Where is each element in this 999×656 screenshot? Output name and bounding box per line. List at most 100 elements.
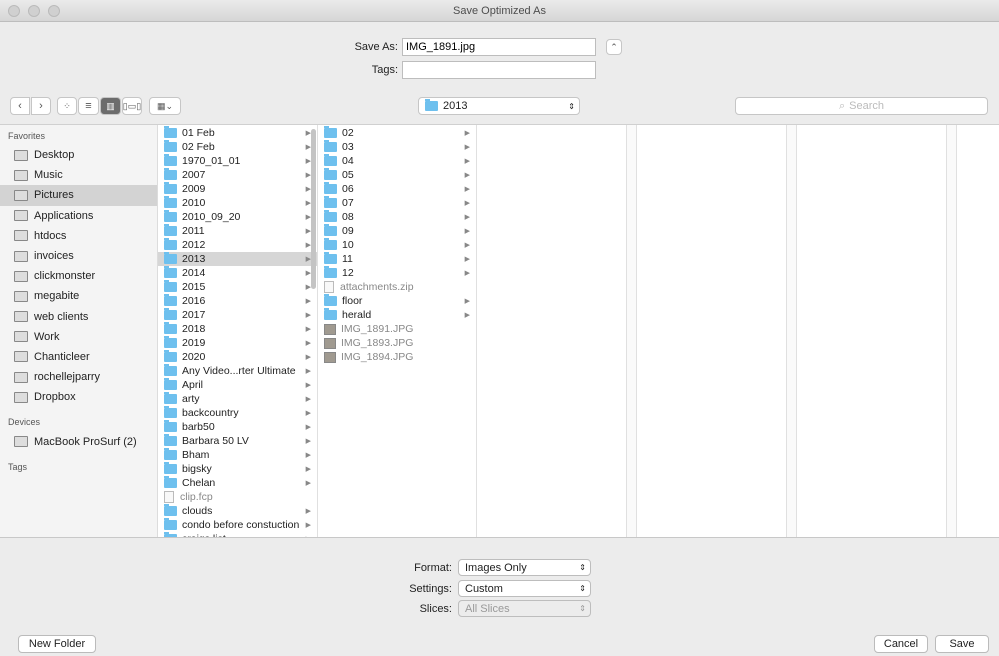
sidebar-item[interactable]: Applications — [0, 206, 157, 226]
icon-view-button[interactable]: ⁘ — [57, 97, 77, 115]
sidebar-item[interactable]: MacBook ProSurf (2) — [0, 431, 157, 451]
list-item[interactable]: arty ▶ — [158, 392, 317, 406]
list-item[interactable]: Any Video...rter Ultimate ▶ — [158, 364, 317, 378]
list-item[interactable]: 2007 ▶ — [158, 168, 317, 182]
sidebar-item[interactable]: Work — [0, 327, 157, 347]
list-item[interactable]: 2019 ▶ — [158, 336, 317, 350]
list-item[interactable]: 08 ▶ — [318, 210, 476, 224]
list-item[interactable]: 2009 ▶ — [158, 182, 317, 196]
list-item[interactable]: 2011 ▶ — [158, 224, 317, 238]
forward-button[interactable]: › — [31, 97, 51, 115]
list-item[interactable]: 1970_01_01 ▶ — [158, 154, 317, 168]
sidebar-item[interactable]: Dropbox — [0, 387, 157, 407]
list-item[interactable]: condo before constuction ▶ — [158, 518, 317, 532]
list-item[interactable]: barb50 ▶ — [158, 420, 317, 434]
list-item[interactable]: 2010_09_20 ▶ — [158, 210, 317, 224]
item-label: 11 — [342, 253, 353, 265]
list-view-button[interactable]: ≡ — [78, 97, 99, 115]
sidebar-item[interactable]: megabite — [0, 286, 157, 306]
list-item[interactable]: 05 ▶ — [318, 168, 476, 182]
sidebar-item[interactable]: rochellejparry — [0, 367, 157, 387]
list-item[interactable]: 2020 ▶ — [158, 350, 317, 364]
chevron-right-icon: ▶ — [305, 368, 311, 375]
expand-button[interactable]: ⌃ — [606, 39, 622, 55]
folder-icon — [164, 420, 177, 432]
search-placeholder: Search — [849, 100, 885, 112]
scrollbar[interactable] — [311, 129, 316, 289]
updown-icon: ⇕ — [568, 101, 575, 111]
item-label: attachments.zip — [340, 281, 414, 293]
list-item[interactable]: April ▶ — [158, 378, 317, 392]
save-as-field[interactable] — [402, 38, 596, 56]
list-item[interactable]: 2013 ▶ — [158, 252, 317, 266]
folder-icon — [164, 210, 177, 222]
list-item[interactable]: bigsky ▶ — [158, 462, 317, 476]
list-item[interactable]: 12 ▶ — [318, 266, 476, 280]
list-item[interactable]: backcountry ▶ — [158, 406, 317, 420]
format-select[interactable]: Images Only ⇕ — [458, 559, 591, 576]
item-label: 2016 — [182, 295, 206, 307]
list-item[interactable]: 04 ▶ — [318, 154, 476, 168]
close-button[interactable] — [8, 5, 20, 17]
folder-icon — [164, 336, 177, 348]
list-item[interactable]: attachments.zip — [318, 280, 476, 294]
image-icon — [324, 323, 336, 335]
list-item[interactable]: 03 ▶ — [318, 140, 476, 154]
list-item[interactable]: 2014 ▶ — [158, 266, 317, 280]
cover-flow-button[interactable]: ▯▭▯ — [122, 97, 142, 115]
sidebar-item[interactable]: htdocs — [0, 226, 157, 246]
chevron-right-icon: ▶ — [305, 452, 311, 459]
list-item[interactable]: floor ▶ — [318, 294, 476, 308]
list-item[interactable]: 2017 ▶ — [158, 308, 317, 322]
arrange-button[interactable]: ▦⌄ — [149, 97, 181, 115]
image-icon — [324, 337, 336, 349]
list-item[interactable]: 2018 ▶ — [158, 322, 317, 336]
new-folder-button[interactable]: New Folder — [18, 635, 96, 653]
cancel-button[interactable]: Cancel — [874, 635, 928, 653]
location-popup[interactable]: 2013 ⇕ — [418, 97, 580, 115]
list-item[interactable]: Barbara 50 LV ▶ — [158, 434, 317, 448]
tags-field[interactable] — [402, 61, 596, 79]
list-item[interactable]: 11 ▶ — [318, 252, 476, 266]
list-item[interactable]: 02 ▶ — [318, 126, 476, 140]
settings-select[interactable]: Custom ⇕ — [458, 580, 591, 597]
sidebar-item[interactable]: web clients — [0, 307, 157, 327]
item-label: barb50 — [182, 421, 215, 433]
sidebar-item-label: Music — [34, 169, 63, 182]
list-item[interactable]: 01 Feb ▶ — [158, 126, 317, 140]
chevron-right-icon: ▶ — [305, 410, 311, 417]
list-item[interactable]: 2015 ▶ — [158, 280, 317, 294]
list-item[interactable]: IMG_1891.JPG — [318, 322, 476, 336]
sidebar-item[interactable]: Pictures — [0, 185, 157, 206]
zoom-button[interactable] — [48, 5, 60, 17]
search-field[interactable]: ⌕ Search — [735, 97, 988, 115]
list-item[interactable]: 09 ▶ — [318, 224, 476, 238]
list-item[interactable]: 2016 ▶ — [158, 294, 317, 308]
sidebar-item[interactable]: Desktop — [0, 145, 157, 165]
list-item[interactable]: 10 ▶ — [318, 238, 476, 252]
list-item[interactable]: Bham ▶ — [158, 448, 317, 462]
list-item[interactable]: craigs list ▶ — [158, 532, 317, 537]
minimize-button[interactable] — [28, 5, 40, 17]
column-view-button[interactable]: ▥ — [100, 97, 121, 115]
sidebar-item[interactable]: clickmonster — [0, 266, 157, 286]
list-item[interactable]: IMG_1894.JPG — [318, 350, 476, 364]
sidebar-item-label: Dropbox — [34, 391, 76, 404]
sidebar-item[interactable]: invoices — [0, 246, 157, 266]
save-button[interactable]: Save — [935, 635, 989, 653]
list-item[interactable]: herald ▶ — [318, 308, 476, 322]
list-item[interactable]: 02 Feb ▶ — [158, 140, 317, 154]
list-item[interactable]: IMG_1893.JPG — [318, 336, 476, 350]
back-button[interactable]: ‹ — [10, 97, 30, 115]
item-label: 2014 — [182, 267, 206, 279]
list-item[interactable]: clip.fcp — [158, 490, 317, 504]
sidebar-item[interactable]: Music — [0, 165, 157, 185]
sidebar-item[interactable]: Chanticleer — [0, 347, 157, 367]
list-item[interactable]: 06 ▶ — [318, 182, 476, 196]
list-item[interactable]: Chelan ▶ — [158, 476, 317, 490]
list-item[interactable]: clouds ▶ — [158, 504, 317, 518]
list-item[interactable]: 2012 ▶ — [158, 238, 317, 252]
item-label: 2007 — [182, 169, 206, 181]
list-item[interactable]: 2010 ▶ — [158, 196, 317, 210]
list-item[interactable]: 07 ▶ — [318, 196, 476, 210]
